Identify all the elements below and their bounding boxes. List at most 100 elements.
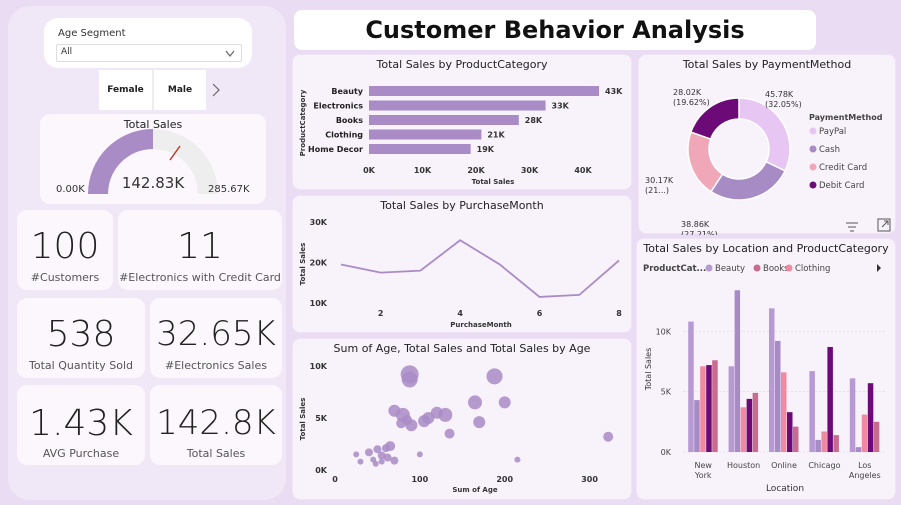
kpi-customers: 100 #Customers — [17, 210, 113, 290]
legend-label: Credit Card — [819, 163, 867, 173]
scatter-point — [396, 418, 407, 429]
focus-mode-icon[interactable] — [877, 217, 891, 232]
column-bar — [769, 308, 775, 452]
scatter-point — [486, 368, 503, 385]
data-label: 28K — [525, 116, 543, 125]
scatter-point — [405, 419, 418, 432]
y-tick-label: 5K — [661, 388, 672, 397]
x-tick-label: 20K — [467, 166, 485, 175]
x-tick-label: New — [694, 461, 712, 470]
kpi-label: Total Sales — [186, 447, 246, 460]
slice-value-label: 45.78K — [765, 90, 794, 99]
legend-marker — [809, 127, 817, 135]
legend-marker — [785, 264, 793, 272]
x-tick-label: Angeles — [849, 471, 881, 480]
column-bar — [712, 360, 718, 452]
scatter-point — [353, 451, 360, 458]
sales-by-age-panel: Sum of Age, Total Sales and Total Sales … — [292, 338, 632, 500]
y-tick-label: 0K — [315, 466, 328, 475]
y-tick-label: 30K — [310, 218, 328, 227]
column-bar — [833, 435, 839, 452]
x-axis-label: Sum of Age — [452, 486, 497, 494]
scatter-point — [514, 456, 521, 463]
bar — [369, 86, 600, 96]
column-bar — [827, 346, 833, 452]
legend-next-icon — [877, 264, 881, 272]
scatter-point — [372, 460, 379, 467]
category-label: Clothing — [325, 131, 363, 140]
kpi-avg-purchase: 1.43K AVG Purchase — [17, 385, 145, 465]
kpi-label: Total Quantity Sold — [29, 359, 133, 372]
bar — [369, 115, 519, 125]
column-bar — [855, 447, 862, 452]
slice-pct-label: (21...) — [645, 186, 669, 195]
kpi-label: #Customers — [30, 271, 100, 284]
sales-by-location-chart: NewYork Houston Online Chicago LosAngeles 0K 5… — [643, 264, 885, 494]
sales-line — [340, 239, 620, 298]
slice-value-label: 30.17K — [645, 176, 674, 185]
sales-by-payment-chart: 45.78K(32.05%) 38.86K(27.21%) 30.17K(21...… — [645, 88, 883, 235]
column-bar — [867, 383, 874, 452]
female-button[interactable]: Female — [99, 70, 153, 110]
scatter-point — [473, 416, 486, 429]
legend-label: Beauty — [715, 264, 745, 274]
column-bar — [809, 371, 815, 452]
kpi-label: AVG Purchase — [42, 447, 120, 460]
legend-label: Clothing — [795, 264, 830, 274]
gender-filter: Female Male — [99, 70, 229, 110]
column-bar — [793, 426, 799, 452]
kpi-value: 1.43K — [29, 403, 133, 444]
column-bar — [734, 290, 741, 452]
x-tick-label: Houston — [727, 461, 760, 470]
kpi-label: #Electronics Sales — [165, 359, 267, 372]
column-bar — [700, 366, 706, 452]
column-bar — [752, 392, 759, 452]
x-tick-label: 300 — [581, 475, 598, 484]
legend-marker — [809, 181, 817, 189]
column-bar — [706, 365, 712, 452]
x-tick-label: 8 — [616, 309, 622, 318]
legend-title: ProductCat... — [643, 264, 706, 274]
category-label: Home Decor — [308, 145, 363, 154]
x-tick-label: Los — [858, 461, 871, 470]
column-bar — [688, 321, 694, 452]
age-segment-dropdown[interactable]: All — [56, 44, 242, 62]
data-label: 33K — [552, 102, 570, 111]
data-label: 19K — [477, 145, 495, 154]
scatter-point — [378, 458, 385, 465]
bar — [369, 100, 546, 111]
legend-label: Debit Card — [819, 181, 864, 191]
category-label: Books — [336, 116, 363, 125]
legend-title: PaymentMethod — [809, 113, 883, 122]
column-bar — [873, 421, 880, 452]
x-tick-label: Online — [771, 461, 797, 470]
slice-value-label: 38.86K — [681, 220, 710, 229]
filter-icon[interactable] — [845, 218, 859, 232]
scatter-point — [444, 428, 455, 439]
kpi-quantity-sold: 538 Total Quantity Sold — [17, 298, 145, 378]
x-axis-label: Location — [766, 484, 804, 494]
chevron-down-icon — [225, 50, 235, 57]
sales-by-month-panel: Total Sales by PurchaseMonth 10K 20K 30K 2 4… — [292, 195, 632, 333]
gauge-max: 285.67K — [208, 184, 250, 195]
column-bar — [815, 439, 821, 452]
sales-by-location-panel: Total Sales by Location and ProductCateg… — [636, 238, 896, 500]
kpi-value: 100 — [30, 226, 100, 267]
scatter-point — [364, 448, 373, 457]
kpi-value: 142.8K — [156, 403, 276, 443]
chevron-right-icon[interactable] — [211, 83, 221, 97]
column-bar — [849, 378, 856, 452]
column-bar — [821, 431, 827, 452]
y-axis-label: Total Sales — [644, 348, 653, 392]
scatter-point — [390, 456, 399, 465]
male-button[interactable]: Male — [154, 70, 206, 110]
scatter-point — [498, 396, 511, 409]
x-tick-label: 30K — [521, 166, 539, 175]
kpi-value: 32.65K — [156, 314, 276, 354]
legend-label: Books — [763, 264, 789, 274]
column-bar — [746, 398, 753, 452]
column-bar — [787, 412, 793, 452]
sales-by-payment-panel: Total Sales by PaymentMethod 45.78K (32.0… — [638, 54, 896, 235]
legend-label: PayPal — [819, 127, 846, 137]
sales-by-age-chart: 0K 5K 10K 0 100 200 300 Sum of Age Total Sales — [299, 362, 614, 494]
